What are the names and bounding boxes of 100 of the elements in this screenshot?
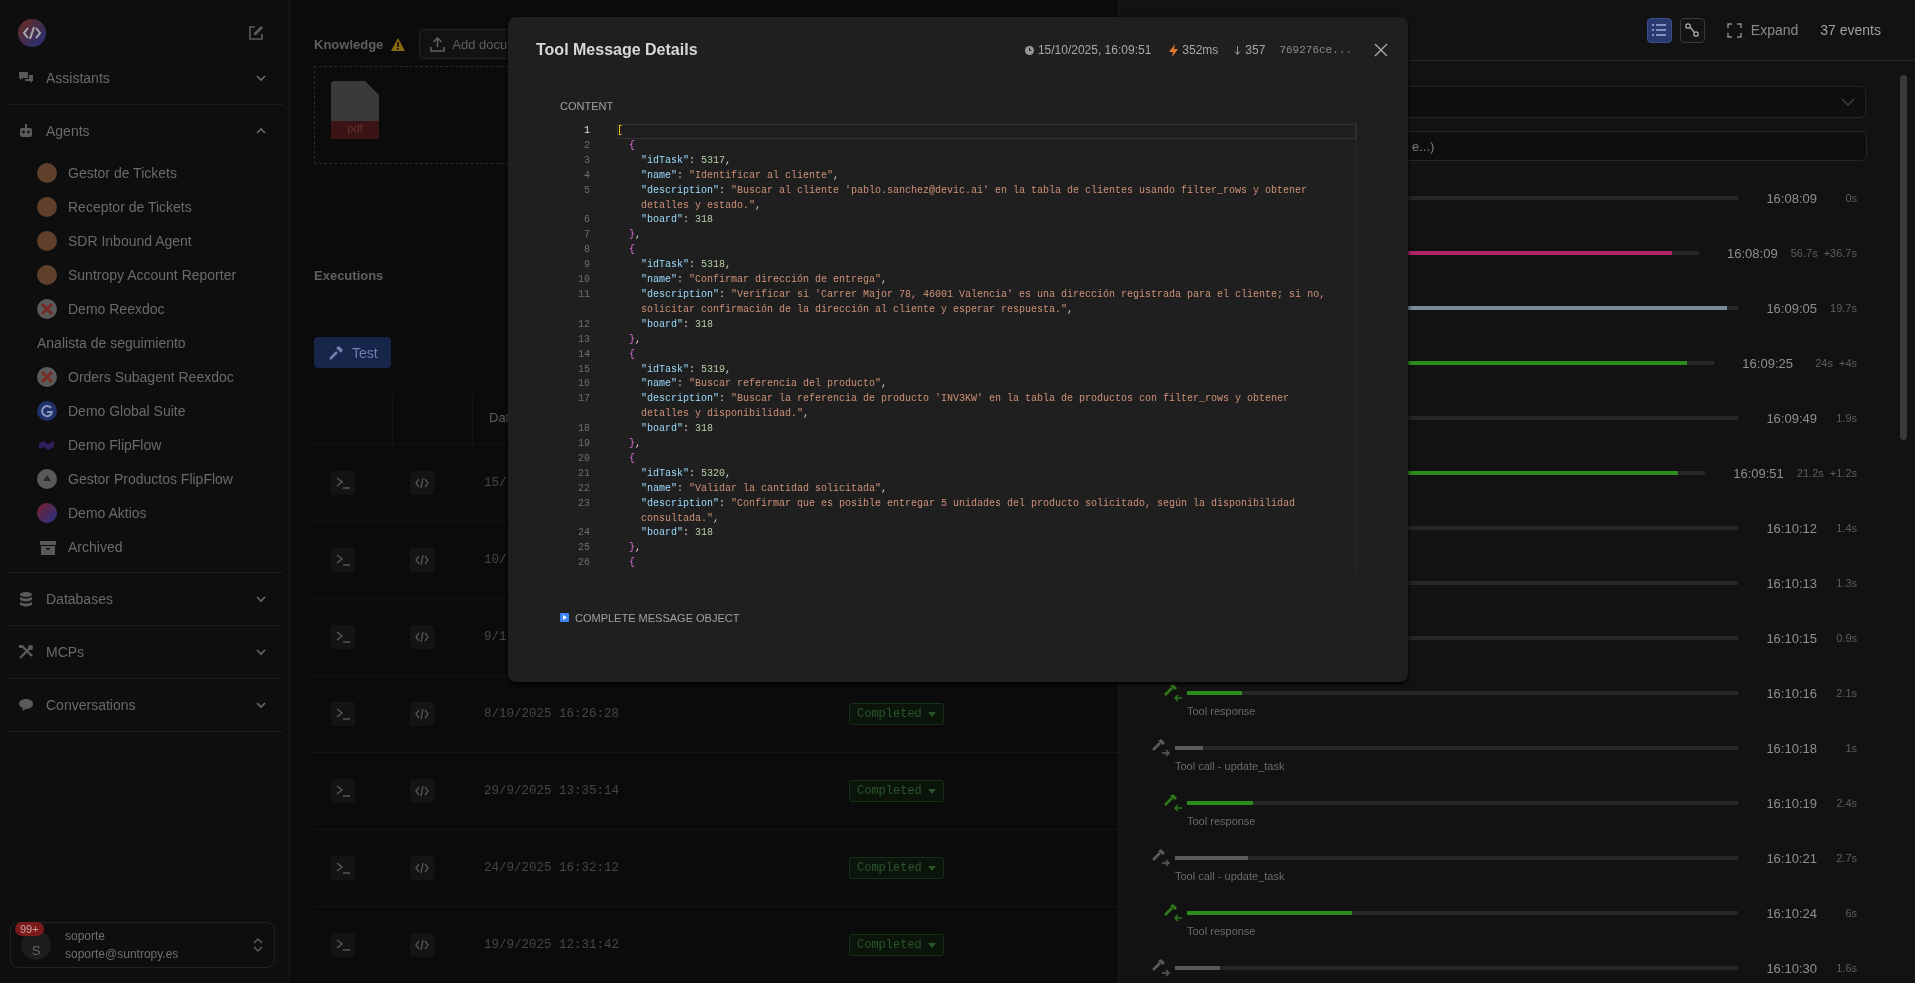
line-number: 5 xyxy=(583,183,590,198)
line-number: 12 xyxy=(577,317,590,332)
execution-row[interactable]: 24/9/2025 16:32:12 Completed xyxy=(314,829,1118,906)
terminal-button[interactable] xyxy=(331,702,355,726)
line-number: 4 xyxy=(583,168,590,183)
avatar xyxy=(37,231,57,251)
code-line: [ xyxy=(617,124,1356,139)
agent-item[interactable]: Demo Global Suite xyxy=(6,394,283,428)
terminal-button[interactable] xyxy=(331,933,355,957)
event-duration: 0.9s xyxy=(1835,632,1857,644)
date-cell: 9/1 xyxy=(484,630,507,644)
event-label: Tool response xyxy=(1186,925,1257,937)
code-icon xyxy=(415,939,429,951)
clock-icon xyxy=(1024,45,1034,55)
user-card[interactable]: S 99+ soporte soporte@suntropy.es xyxy=(10,922,275,968)
agent-item[interactable]: Archived xyxy=(6,530,283,564)
code-line: }, xyxy=(628,332,643,347)
section-label[interactable]: COMPLETE MESSAGE OBJECT xyxy=(575,611,740,624)
terminal-icon xyxy=(335,784,351,798)
agent-item[interactable]: SDR Inbound Agent xyxy=(6,224,283,258)
event-duration: 19.7s xyxy=(1829,302,1857,314)
section-header[interactable]: Conversations xyxy=(6,683,283,727)
code-button[interactable] xyxy=(410,548,434,572)
code-line: "board": 318 xyxy=(640,317,715,332)
event-count: 37 events xyxy=(1820,22,1881,38)
code-icon xyxy=(415,862,429,874)
agent-item[interactable]: Demo Reexdoc xyxy=(6,292,283,326)
section-header[interactable]: MCPs xyxy=(6,630,283,674)
code-line: "name": "Confirmar dirección de entrega", xyxy=(640,273,889,288)
code-button[interactable] xyxy=(410,625,434,649)
status-dropdown[interactable]: Completed xyxy=(849,857,944,879)
expand-button[interactable]: Expand xyxy=(1726,22,1799,38)
terminal-icon xyxy=(335,630,351,644)
code-line: "name": "Validar la cantidad solicitada", xyxy=(640,481,889,496)
section-header[interactable]: Agents xyxy=(6,109,283,153)
agent-item[interactable]: Receptor de Tickets xyxy=(6,190,283,224)
code-button[interactable] xyxy=(410,779,434,803)
section-header[interactable]: Databases xyxy=(6,577,283,621)
terminal-button[interactable] xyxy=(331,548,355,572)
section-header[interactable]: Assistants xyxy=(6,56,283,100)
line-number: 22 xyxy=(577,481,590,496)
event-duration: 6s xyxy=(1844,907,1857,919)
g-logo-icon xyxy=(37,401,57,421)
code-line: { xyxy=(628,243,636,258)
event-label: Tool call - update_task xyxy=(1174,870,1286,882)
avatar xyxy=(37,265,57,285)
event-time: 16:09:49 xyxy=(1766,410,1817,426)
status-dropdown[interactable]: Completed xyxy=(849,703,944,725)
agent-item[interactable]: Demo Aktios xyxy=(6,496,283,530)
upload-icon xyxy=(430,36,446,52)
code-line: { xyxy=(628,556,636,571)
list-view-button[interactable] xyxy=(1646,17,1672,43)
agent-item[interactable]: Demo FlipFlow xyxy=(6,428,283,462)
comment-icon xyxy=(18,697,34,713)
agent-item[interactable]: Suntropy Account Reporter xyxy=(6,258,283,292)
graph-view-button[interactable] xyxy=(1679,17,1705,43)
date-cell: 8/10/2025 16:26:28 xyxy=(484,707,620,721)
terminal-button[interactable] xyxy=(331,471,355,495)
line-number: 7 xyxy=(583,228,590,243)
agent-item[interactable]: Analista de seguimiento xyxy=(6,326,283,360)
code-button[interactable] xyxy=(410,933,434,957)
terminal-icon xyxy=(335,707,351,721)
event-time: 16:10:24 xyxy=(1766,905,1817,921)
code-button[interactable] xyxy=(410,471,434,495)
code-icon xyxy=(415,708,429,720)
status-dropdown[interactable]: Completed xyxy=(849,780,944,802)
code-line: "idTask": 5319, xyxy=(640,362,733,377)
robot-icon xyxy=(18,123,34,139)
event-time: 16:10:13 xyxy=(1766,575,1817,591)
wrench-send-icon xyxy=(1151,848,1171,868)
hammer-icon xyxy=(328,344,344,361)
code-button[interactable] xyxy=(410,856,434,880)
execution-row[interactable]: 29/9/2025 13:35:14 Completed xyxy=(314,752,1118,829)
test-button[interactable]: Test xyxy=(314,337,391,368)
line-number: 3 xyxy=(583,153,590,168)
wrench-return-icon xyxy=(1163,793,1183,813)
terminal-button[interactable] xyxy=(331,856,355,880)
line-number: 18 xyxy=(577,422,590,437)
agent-item[interactable]: Gestor de Tickets xyxy=(6,156,283,190)
line-number: 2 xyxy=(583,138,590,153)
code-line: "description": "Verificar si 'Carrer Major 78, 46001 Valencia' es una dirección registrada para el cliente; si no, solicitar confirmación de la dirección al cliente y esperar respuesta.", xyxy=(640,287,1327,317)
line-number: 11 xyxy=(577,287,590,302)
code-button[interactable] xyxy=(410,702,434,726)
wrench-return-icon xyxy=(1163,683,1183,703)
execution-row[interactable]: 19/9/2025 12:31:42 Completed xyxy=(314,906,1118,983)
agent-item[interactable]: Orders Subagent Reexdoc xyxy=(6,360,283,394)
line-number: 9 xyxy=(583,258,590,273)
line-number: 8 xyxy=(583,243,590,258)
notification-badge: 99+ xyxy=(15,922,44,936)
code-line: "idTask": 5318, xyxy=(640,258,733,273)
event-duration: 1.9s xyxy=(1835,412,1857,424)
close-button[interactable] xyxy=(1374,43,1388,57)
section-title: Knowledge xyxy=(314,36,384,52)
status-dropdown[interactable]: Completed xyxy=(849,934,944,956)
event-time: 16:09:05 xyxy=(1766,300,1817,316)
code-line: "name": "Identificar al cliente", xyxy=(640,168,841,183)
terminal-button[interactable] xyxy=(331,625,355,649)
terminal-button[interactable] xyxy=(331,779,355,803)
agent-item[interactable]: Gestor Productos FlipFlow xyxy=(6,462,283,496)
event-time: 16:10:18 xyxy=(1766,740,1817,756)
